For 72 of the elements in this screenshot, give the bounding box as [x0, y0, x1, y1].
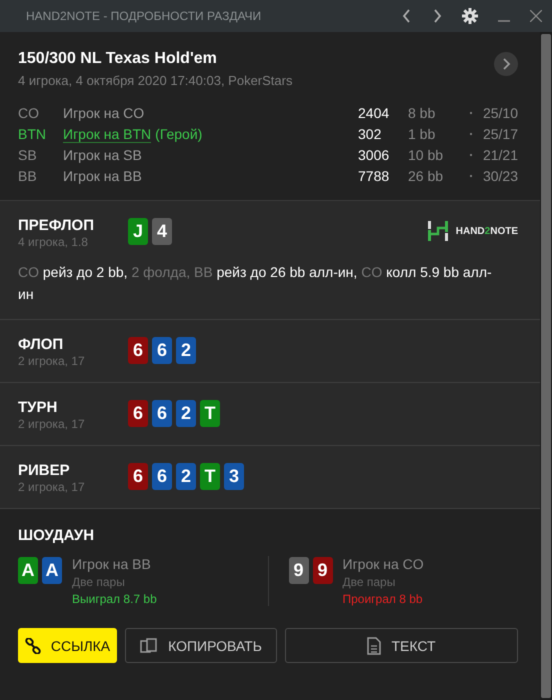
result-text: Проиграл 8 bb	[342, 592, 424, 606]
hand-rank: Две пары	[342, 575, 396, 589]
street-info: 2 игрока, 17	[18, 354, 86, 368]
playing-card: 6	[152, 400, 172, 427]
player-position: BB	[18, 168, 38, 184]
document-icon	[367, 636, 382, 654]
player-stack: 3006	[358, 146, 390, 162]
playing-card: A	[42, 557, 62, 584]
player-name[interactable]: Игрок на BB	[63, 168, 142, 184]
player-name[interactable]: Игрок на CO	[63, 104, 144, 120]
playing-card: 6	[128, 337, 148, 364]
player-bb: 8 bb	[408, 104, 436, 120]
player-name: Игрок на CO	[342, 556, 424, 572]
showdown-title: ШОУДАУН	[18, 527, 96, 544]
playing-card: 6	[152, 337, 172, 364]
player-stack: 302	[358, 126, 382, 142]
player-position: BTN	[18, 126, 47, 142]
logo-text: HAND2NOTE	[456, 226, 518, 236]
text-button[interactable]: ТЕКСТ	[285, 628, 518, 663]
next-icon[interactable]	[494, 52, 518, 76]
playing-card: J	[128, 218, 148, 245]
player-bb: 10 bb	[408, 146, 444, 162]
street-name: РИВЕР	[18, 462, 71, 479]
playing-card: 6	[128, 463, 148, 490]
player-name: Игрок на BB	[72, 556, 152, 572]
hand-title: 150/300 NL Texas Hold'em	[18, 50, 218, 68]
playing-card: 2	[176, 337, 196, 364]
player-stat: 25/17	[482, 126, 518, 142]
playing-card: T	[200, 400, 220, 427]
street-info: 2 игрока, 17	[18, 480, 86, 494]
player-stat: 25/10	[482, 104, 518, 120]
playing-card: 9	[312, 557, 332, 584]
street-name: ФЛОП	[18, 336, 64, 353]
previous-icon[interactable]	[402, 9, 412, 23]
window-title: HAND2NOTE - ПОДРОБНОСТИ РАЗДАЧИ	[26, 9, 262, 23]
player-position: SB	[18, 146, 38, 162]
player-position: CO	[18, 104, 40, 120]
street-info: 2 игрока, 17	[18, 417, 86, 431]
playing-card: 6	[152, 463, 172, 490]
playing-card: 6	[128, 400, 148, 427]
playing-card: 3	[224, 463, 244, 490]
next-icon[interactable]	[432, 9, 442, 23]
playing-card: 2	[176, 463, 196, 490]
logo-icon	[428, 221, 448, 241]
playing-card: A	[18, 557, 38, 584]
player-stack: 7788	[358, 168, 390, 184]
player-bb: 1 bb	[408, 126, 436, 142]
player-name[interactable]: Игрок на SB	[63, 146, 142, 162]
player-stat: 21/21	[482, 146, 518, 162]
street-info: 4 игрока, 1.8	[18, 235, 89, 249]
street-name: ТУРН	[18, 399, 58, 416]
player-bb: 26 bb	[408, 168, 444, 184]
street-name: ПРЕФЛОП	[18, 217, 95, 234]
hero-label: (Герой)	[155, 126, 202, 142]
copy-icon	[140, 636, 158, 654]
link-icon	[24, 638, 41, 654]
player-stack: 2404	[358, 104, 390, 120]
hand-subtitle: 4 игрока, 4 октября 2020 17:40:03, PokerStars	[18, 73, 292, 88]
hand-rank: Две пары	[72, 575, 126, 589]
result-text: Выиграл 8.7 bb	[72, 592, 157, 606]
close-icon[interactable]	[530, 10, 542, 22]
link-button[interactable]: ССЫЛКА	[18, 628, 117, 663]
player-stat: 30/23	[482, 168, 518, 184]
playing-card: 9	[288, 557, 308, 584]
settings-icon[interactable]	[462, 8, 478, 24]
scrollbar[interactable]	[540, 32, 552, 700]
playing-card: 4	[152, 218, 172, 245]
player-name[interactable]: Игрок на BTN	[63, 126, 152, 142]
copy-button[interactable]: КОПИРОВАТЬ	[125, 628, 277, 663]
playing-card: T	[200, 463, 220, 490]
playing-card: 2	[176, 400, 196, 427]
action-summary: CO рейз до 2 bb, 2 фолда, BB рейз до 26 bb алл-ин, CO колл 5.9 bb алл-ин	[18, 263, 493, 304]
